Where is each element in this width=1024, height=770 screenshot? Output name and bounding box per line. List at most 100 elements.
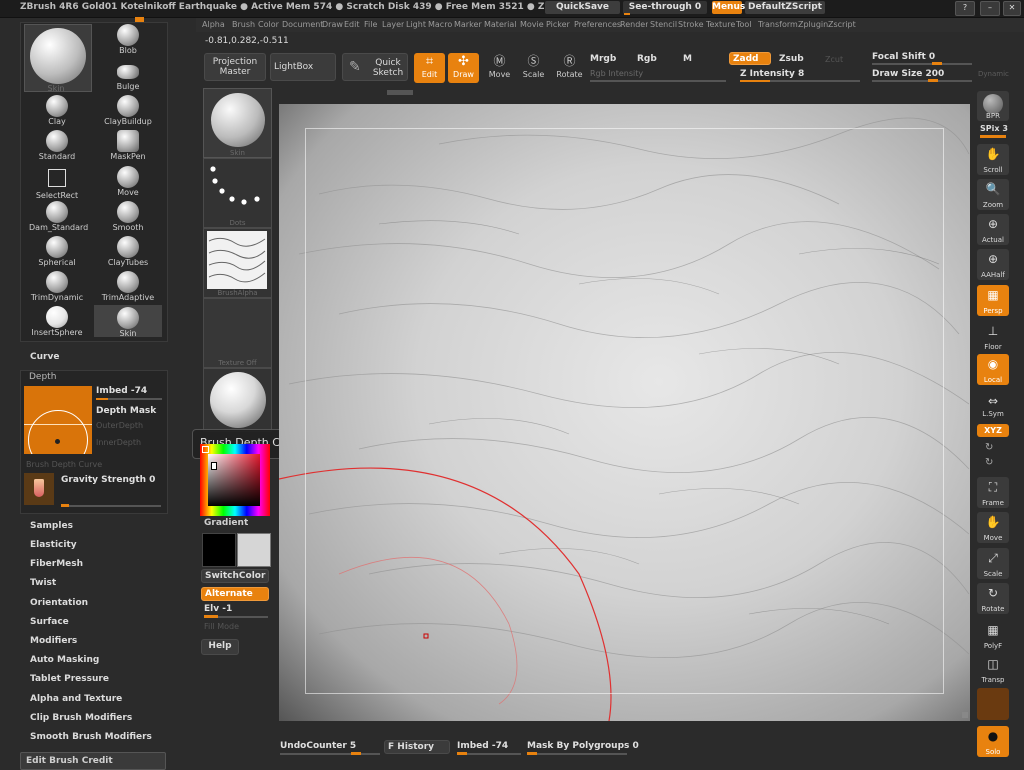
history-button[interactable]: F History (384, 740, 450, 754)
draw-button[interactable]: ✣ Draw (448, 53, 479, 83)
move-view-button[interactable]: ✋ Move (977, 512, 1009, 543)
brush-item[interactable]: ClayTubes (100, 236, 156, 267)
menu-item-color[interactable]: Color (258, 20, 279, 29)
spix-slider[interactable]: SPix 3 (980, 124, 1008, 133)
edit-brush-credit-button[interactable]: Edit Brush Credit (20, 752, 166, 770)
brush-picker-scroll[interactable] (135, 17, 144, 22)
fibermesh-section[interactable]: FiberMesh (30, 559, 83, 569)
brush-item-selected[interactable]: Skin (94, 305, 162, 338)
elasticity-section[interactable]: Elasticity (30, 540, 77, 550)
brush-item[interactable]: Blob (100, 24, 156, 55)
menu-item-material[interactable]: Material (484, 20, 517, 29)
main-color-swatch[interactable] (202, 533, 236, 567)
tablet-pressure-section[interactable]: Tablet Pressure (30, 674, 109, 684)
menu-item-stencil[interactable]: Stencil (650, 20, 677, 29)
zcut-button[interactable]: Zcut (825, 55, 843, 64)
menu-item-alpha[interactable]: Alpha (202, 20, 225, 29)
see-through-slider[interactable]: See-through 0 (623, 1, 707, 14)
brush-item[interactable]: Bulge (100, 60, 156, 91)
auto-masking-section[interactable]: Auto Masking (30, 655, 99, 665)
menu-item-macro[interactable]: Macro (428, 20, 452, 29)
menu-item-preferences[interactable]: Preferences (574, 20, 621, 29)
brush-depth-curve-button[interactable]: Brush Depth Curve (26, 460, 102, 469)
solo-button[interactable]: ● Solo (977, 726, 1009, 757)
polyframe-button[interactable]: ▦ PolyF (977, 620, 1009, 651)
brush-item[interactable]: TrimAdaptive (100, 271, 156, 302)
modifiers-section[interactable]: Modifiers (30, 636, 77, 646)
projection-master-button[interactable]: Projection Master (204, 53, 266, 81)
canvas-resize-handle[interactable] (962, 712, 968, 718)
aahalf-button[interactable]: ⊕ AAHalf (977, 249, 1009, 280)
menu-item-stroke[interactable]: Stroke (678, 20, 704, 29)
undo-counter-slider[interactable]: UndoCounter 5 (280, 741, 356, 751)
canvas-scroll-handle[interactable] (387, 90, 413, 95)
frame-button[interactable]: ⛶ Frame (977, 477, 1009, 508)
material-thumbnail[interactable] (203, 368, 272, 432)
z-intensity-slider[interactable]: Z Intensity 8 (740, 69, 804, 79)
scale-view-button[interactable]: ⤢ Scale (977, 548, 1009, 579)
stroke-thumbnail[interactable]: Dots (203, 158, 272, 228)
persp-button[interactable]: ▦ Persp (977, 285, 1009, 316)
brush-thumbnail[interactable]: Skin (203, 88, 272, 158)
smooth-brush-modifiers-section[interactable]: Smooth Brush Modifiers (30, 732, 152, 742)
scroll-button[interactable]: ✋ Scroll (977, 144, 1009, 175)
alpha-and-texture-section[interactable]: Alpha and Texture (30, 694, 122, 704)
dynamic-button[interactable]: Dynamic (978, 70, 1009, 78)
brush-item[interactable]: Skin (28, 84, 84, 93)
elevation-slider[interactable]: Elv -1 (204, 604, 232, 614)
menu-item-document[interactable]: Document (282, 20, 323, 29)
mask-by-polygroups-slider[interactable]: Mask By Polygroups 0 (527, 741, 639, 751)
draw-size-slider[interactable]: Draw Size 200 (872, 69, 944, 79)
curve-section[interactable]: Curve (30, 352, 59, 362)
brush-item[interactable]: Spherical (29, 236, 85, 267)
rotate-button[interactable]: Ⓡ Rotate (554, 53, 585, 83)
surface-section[interactable]: Surface (30, 617, 69, 627)
transp-button[interactable]: ◫ Transp (977, 654, 1009, 685)
menu-item-zplugin[interactable]: Zplugin (798, 20, 828, 29)
m-button[interactable]: M (683, 54, 692, 64)
menu-item-movie[interactable]: Movie (520, 20, 544, 29)
default-zscript-button[interactable]: DefaultZScript (745, 1, 825, 14)
brush-item[interactable]: Dam_Standard (29, 201, 88, 232)
menu-item-layer[interactable]: Layer (382, 20, 404, 29)
close-icon[interactable]: ✕ (1003, 1, 1021, 16)
brush-item[interactable]: Standard (29, 130, 85, 161)
lightbox-button[interactable]: LightBox (270, 53, 336, 81)
zadd-button[interactable]: Zadd (729, 52, 771, 65)
depth-section[interactable]: Depth (29, 372, 56, 382)
menu-item-marker[interactable]: Marker (454, 20, 482, 29)
rgb-intensity-slider[interactable]: Rgb Intensity (590, 69, 643, 78)
menu-item-draw[interactable]: Draw (322, 20, 343, 29)
help-icon[interactable]: ? (955, 1, 975, 16)
brush-item[interactable]: InsertSphere (29, 306, 85, 337)
menu-item-file[interactable]: File (364, 20, 377, 29)
scale-button[interactable]: Ⓢ Scale (518, 53, 549, 83)
menu-item-tool[interactable]: Tool (736, 20, 752, 29)
zsub-button[interactable]: Zsub (779, 54, 804, 64)
gradient-button[interactable]: Gradient (204, 518, 248, 528)
quicksave-button[interactable]: QuickSave (545, 1, 620, 14)
rgb-button[interactable]: Rgb (637, 54, 657, 64)
rotate-axis-z-icon[interactable]: ↻ (985, 457, 993, 468)
imbed-slider[interactable]: Imbed -74 (96, 386, 147, 396)
texture-thumbnail[interactable]: Texture Off (203, 298, 272, 368)
floor-button[interactable]: ⊥ Floor (977, 321, 1009, 352)
samples-section[interactable]: Samples (30, 521, 73, 531)
brush-item[interactable]: ClayBuildup (100, 95, 156, 126)
zoom-button[interactable]: 🔍 Zoom (977, 179, 1009, 210)
move-button[interactable]: Ⓜ Move (484, 53, 515, 83)
help-button[interactable]: Help (201, 639, 239, 655)
depth-embed-preview[interactable] (24, 386, 92, 454)
inner-depth-slider[interactable]: InnerDepth (96, 438, 141, 447)
fill-mode-button[interactable]: Fill Mode (204, 622, 239, 631)
menu-item-zscript[interactable]: Zscript (828, 20, 856, 29)
orientation-section[interactable]: Orientation (30, 598, 88, 608)
menu-item-transform[interactable]: Transform (758, 20, 798, 29)
color-picker[interactable] (200, 444, 270, 516)
brush-item[interactable]: MaskPen (100, 130, 156, 161)
current-brush-thumb[interactable] (24, 24, 92, 92)
ghost-button[interactable] (977, 688, 1009, 720)
focal-shift-slider[interactable]: Focal Shift 0 (872, 52, 935, 62)
depth-mask-button[interactable]: Depth Mask (96, 406, 156, 416)
rotate-axis-y-icon[interactable]: ↻ (985, 442, 993, 453)
